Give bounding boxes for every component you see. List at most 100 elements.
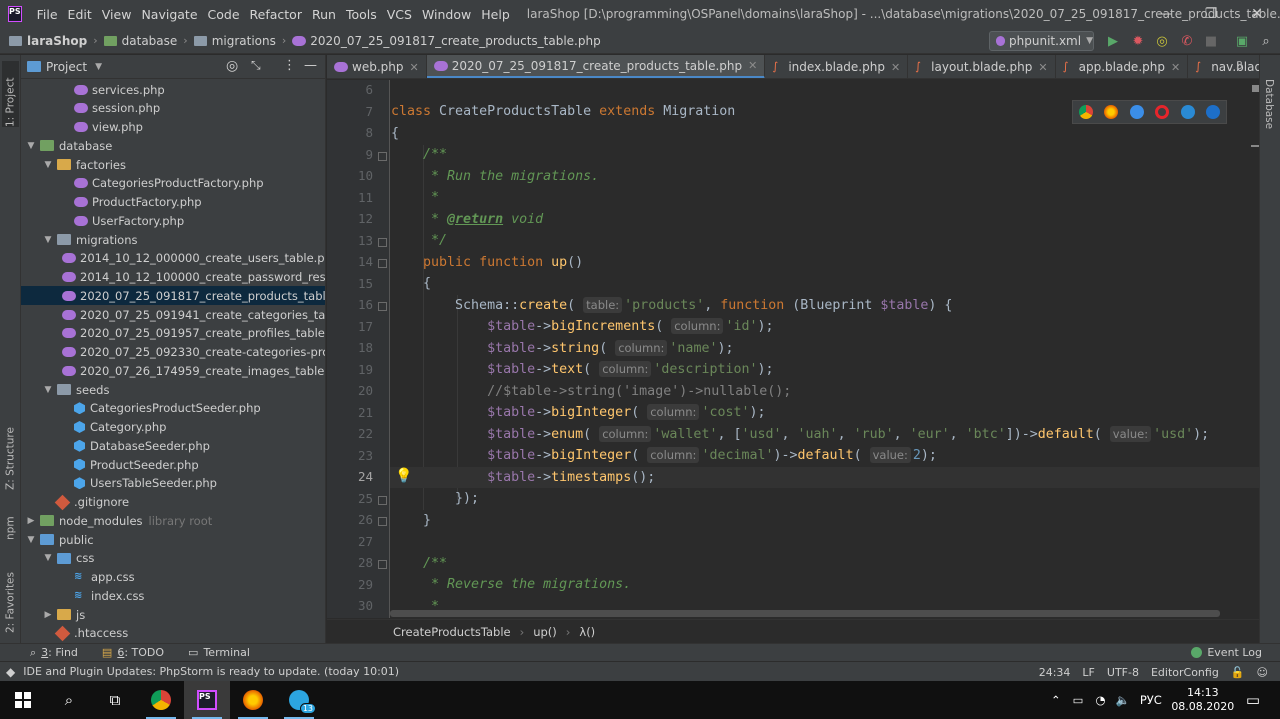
tree-item[interactable]: .gitignore bbox=[21, 493, 325, 512]
tree-item[interactable]: session.php bbox=[21, 99, 325, 118]
close-tab-icon[interactable]: ✕ bbox=[409, 61, 418, 74]
minimize-button[interactable]: — bbox=[1142, 0, 1188, 28]
tree-item[interactable]: 2020_07_26_174959_create_images_table.ph… bbox=[21, 361, 325, 380]
tree-item[interactable]: .htaccess bbox=[21, 624, 325, 643]
menu-window[interactable]: Window bbox=[417, 7, 476, 22]
tree-item[interactable]: UsersTableSeeder.php bbox=[21, 474, 325, 493]
project-view-select[interactable]: Project bbox=[46, 60, 87, 74]
run-icon[interactable]: ▶ bbox=[1104, 32, 1122, 50]
code-crumb-method[interactable]: up() bbox=[533, 625, 557, 639]
nav-crumb-database[interactable]: database bbox=[103, 34, 177, 48]
tree-item[interactable]: 2014_10_12_000000_create_users_table.php bbox=[21, 249, 325, 268]
stop-icon[interactable]: ■ bbox=[1202, 32, 1220, 50]
fold-marker-icon[interactable] bbox=[378, 151, 387, 161]
chevron-up-icon[interactable]: ⌃ bbox=[1051, 693, 1061, 707]
favorites-tool-tab[interactable]: 2: Favorites bbox=[2, 555, 19, 633]
tree-item[interactable]: ▶ node_modules library root bbox=[21, 511, 325, 530]
event-log-tab[interactable]: Event Log bbox=[1191, 646, 1262, 659]
file-encoding[interactable]: UTF-8 bbox=[1107, 666, 1139, 679]
menu-tools[interactable]: Tools bbox=[341, 7, 382, 22]
hide-panel-icon[interactable]: — bbox=[304, 58, 317, 73]
code-crumb-closure[interactable]: λ() bbox=[579, 625, 595, 639]
inspector-icon[interactable]: ☺ bbox=[1257, 666, 1268, 679]
fold-marker-icon[interactable] bbox=[378, 237, 387, 247]
tree-item[interactable]: ▼ css bbox=[21, 549, 325, 568]
tree-item[interactable]: ≋ app.css bbox=[21, 568, 325, 587]
inspection-indicator[interactable] bbox=[1252, 85, 1259, 92]
tabs-overflow-indicator[interactable]: 3 bbox=[1236, 59, 1243, 72]
close-window-button[interactable]: ✕ bbox=[1234, 0, 1280, 28]
lock-icon[interactable]: 🔓 bbox=[1231, 666, 1245, 679]
ie-icon[interactable] bbox=[1180, 105, 1195, 119]
fold-marker-icon[interactable] bbox=[378, 495, 387, 505]
tree-item[interactable]: ▼ database bbox=[21, 136, 325, 155]
taskbar-clock[interactable]: 14:13 08.08.2020 bbox=[1168, 686, 1238, 714]
tree-item[interactable]: CategoriesProductSeeder.php bbox=[21, 399, 325, 418]
terminal-tool-tab[interactable]: ▭ Terminal bbox=[188, 646, 250, 659]
todo-tool-tab[interactable]: ▤ 6: TODO bbox=[102, 646, 164, 659]
structure-tool-tab[interactable]: Z: Structure bbox=[2, 410, 19, 490]
editor-tab[interactable]: ∫ app.blade.php ✕ bbox=[1056, 55, 1189, 78]
language-indicator[interactable]: РУС bbox=[1140, 693, 1162, 707]
search-icon[interactable]: ⌕ bbox=[46, 681, 92, 719]
close-tab-icon[interactable]: ✕ bbox=[748, 59, 757, 72]
chevron-down-icon[interactable]: ▼ bbox=[25, 141, 37, 151]
fold-marker-icon[interactable] bbox=[378, 259, 387, 268]
chevron-right-icon[interactable]: ▶ bbox=[25, 516, 37, 526]
tree-item[interactable]: ▼ migrations bbox=[21, 230, 325, 249]
chevron-down-icon[interactable]: ▼ bbox=[42, 385, 54, 395]
menu-code[interactable]: Code bbox=[203, 7, 245, 22]
close-tab-icon[interactable]: ✕ bbox=[1171, 61, 1180, 74]
menu-file[interactable]: File bbox=[32, 7, 63, 22]
fold-marker-icon[interactable] bbox=[378, 302, 387, 311]
firefox-icon[interactable] bbox=[1104, 105, 1119, 119]
menu-refactor[interactable]: Refactor bbox=[245, 7, 307, 22]
windows-start-icon[interactable] bbox=[0, 681, 46, 719]
nav-crumb-project[interactable]: laraShop bbox=[9, 34, 87, 48]
tree-item[interactable]: view.php bbox=[21, 118, 325, 137]
editor-tab[interactable]: ∫ layout.blade.php ✕ bbox=[908, 55, 1056, 78]
collapse-all-icon[interactable]: ⤡ bbox=[251, 58, 261, 73]
tree-item[interactable]: ▼ factories bbox=[21, 155, 325, 174]
tree-item[interactable]: 2020_07_25_091957_create_profiles_table.… bbox=[21, 324, 325, 343]
code-crumb-class[interactable]: CreateProductsTable bbox=[393, 625, 511, 639]
nav-crumb-file[interactable]: 2020_07_25_091817_create_products_table.… bbox=[292, 34, 601, 48]
telegram-taskbar-icon[interactable]: 13 bbox=[276, 681, 322, 719]
opera-icon[interactable] bbox=[1155, 105, 1170, 119]
more-options-icon[interactable]: ⋮ bbox=[283, 58, 296, 73]
menu-navigate[interactable]: Navigate bbox=[136, 7, 202, 22]
menu-help[interactable]: Help bbox=[476, 7, 515, 22]
edge-icon[interactable] bbox=[1206, 105, 1221, 119]
phone-debug-icon[interactable]: ✆ bbox=[1178, 32, 1196, 50]
chevron-down-icon[interactable]: ▼ bbox=[42, 235, 54, 245]
menu-run[interactable]: Run bbox=[307, 7, 341, 22]
tree-item[interactable]: ≋ index.css bbox=[21, 586, 325, 605]
close-tab-icon[interactable]: ✕ bbox=[891, 61, 900, 74]
chrome-icon[interactable] bbox=[1078, 105, 1093, 119]
firefox-taskbar-icon[interactable] bbox=[230, 681, 276, 719]
debug-icon[interactable]: ✹ bbox=[1129, 32, 1147, 50]
task-view-icon[interactable]: ⧉ bbox=[92, 681, 138, 719]
run-config-select[interactable]: phpunit.xml ▼ bbox=[989, 31, 1094, 51]
volume-icon[interactable]: 🔈 bbox=[1116, 693, 1130, 707]
find-tool-tab[interactable]: ⌕ 3: Find bbox=[30, 646, 78, 660]
project-tool-tab[interactable]: 1: Project bbox=[2, 61, 19, 127]
restore-button[interactable]: ❐ bbox=[1188, 0, 1234, 28]
chrome-taskbar-icon[interactable] bbox=[138, 681, 184, 719]
tree-item[interactable]: 2020_07_25_091941_create_categories_tabl… bbox=[21, 305, 325, 324]
tree-item[interactable]: 2014_10_12_100000_create_password_resets… bbox=[21, 268, 325, 287]
tree-item[interactable]: UserFactory.php bbox=[21, 211, 325, 230]
coverage-icon[interactable]: ◎ bbox=[1153, 32, 1171, 50]
menu-edit[interactable]: Edit bbox=[63, 7, 97, 22]
horizontal-scrollbar[interactable] bbox=[390, 610, 1220, 617]
tree-item[interactable]: ProductSeeder.php bbox=[21, 455, 325, 474]
fold-marker-icon[interactable] bbox=[378, 517, 387, 526]
menu-vcs[interactable]: VCS bbox=[382, 7, 417, 22]
tree-item[interactable]: Category.php bbox=[21, 418, 325, 437]
tree-item[interactable]: 2020_07_25_092330_create-categories-prod… bbox=[21, 343, 325, 362]
chevron-down-icon[interactable]: ▼ bbox=[42, 553, 54, 563]
menu-view[interactable]: View bbox=[97, 7, 137, 22]
tree-item[interactable]: ▼ public bbox=[21, 530, 325, 549]
lightbulb-icon[interactable]: 💡 bbox=[395, 468, 412, 484]
safari-icon[interactable] bbox=[1129, 105, 1144, 119]
